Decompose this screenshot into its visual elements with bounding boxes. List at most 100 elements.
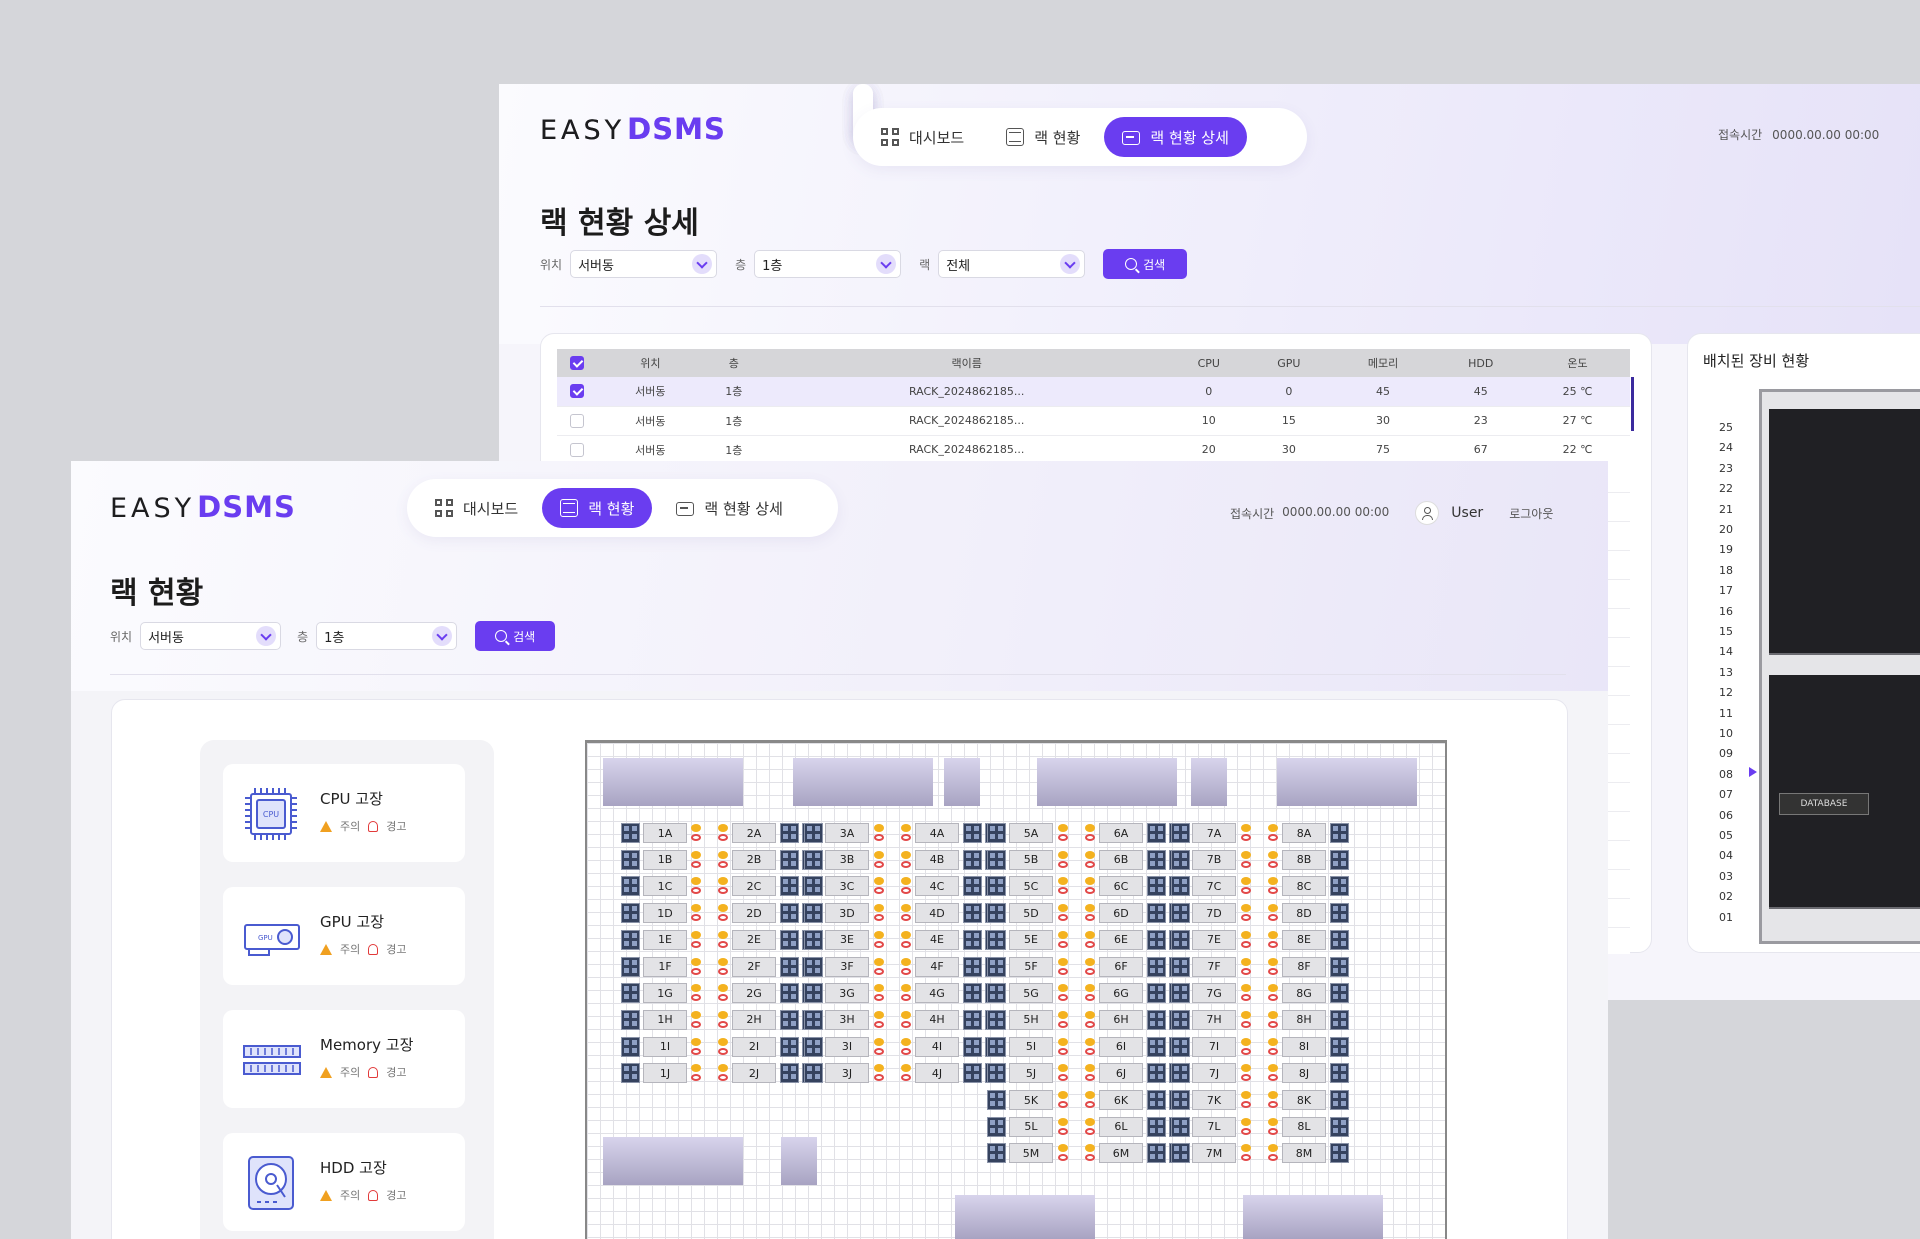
rack-cell[interactable]: 2D bbox=[732, 903, 776, 924]
rack-cell[interactable]: 8H bbox=[1282, 1009, 1326, 1030]
rack-cell[interactable]: 5K bbox=[1009, 1090, 1053, 1110]
rack-cell[interactable]: 8B bbox=[1282, 849, 1326, 870]
rack-cell[interactable]: 1I bbox=[643, 1036, 687, 1057]
table-row[interactable]: 서버동 1층 RACK_2024862185... 10 15 30 23 27 ℃ bbox=[557, 406, 1630, 436]
rack-cell[interactable]: 6C bbox=[1099, 876, 1143, 897]
fault-card-memory[interactable]: Memory 고장 주의 경고 bbox=[223, 1010, 465, 1108]
nav-dashboard[interactable]: 대시보드 bbox=[417, 488, 536, 528]
rack-cell[interactable]: 5A bbox=[1009, 823, 1053, 843]
rack-cell[interactable]: 4C bbox=[915, 876, 959, 897]
rack-cell[interactable]: 1F bbox=[643, 956, 687, 977]
rack-cell[interactable]: 7L bbox=[1192, 1116, 1236, 1137]
rack-cell[interactable]: 7K bbox=[1192, 1090, 1236, 1110]
rack-cell[interactable]: 7A bbox=[1192, 823, 1236, 843]
search-button[interactable]: 검색 bbox=[1103, 249, 1188, 279]
rack-cell[interactable]: 1H bbox=[643, 1009, 687, 1030]
fault-card-hdd[interactable]: HDD 고장 주의 경고 bbox=[223, 1133, 465, 1231]
rack-cell[interactable]: 1J bbox=[643, 1063, 687, 1084]
rack-cell[interactable]: 3C bbox=[825, 876, 869, 897]
rack-cell[interactable]: 1G bbox=[643, 983, 687, 1004]
search-button[interactable]: 검색 bbox=[475, 621, 556, 651]
rack-cell[interactable]: 3A bbox=[825, 823, 869, 843]
rack-cell[interactable]: 1C bbox=[643, 876, 687, 897]
rack-cell[interactable]: 7G bbox=[1192, 983, 1236, 1004]
fault-card-gpu[interactable]: GPU GPU 고장 주의 경고 bbox=[223, 887, 465, 985]
rack-device[interactable] bbox=[1769, 567, 1920, 645]
rack-cell[interactable]: 1E bbox=[643, 929, 687, 950]
rack-cell[interactable]: 2G bbox=[732, 983, 776, 1004]
nav-dashboard[interactable]: 대시보드 bbox=[863, 117, 982, 157]
table-row[interactable]: 서버동 1층 RACK_2024862185... 20 30 75 67 22 ℃ bbox=[557, 435, 1630, 465]
rack-cell[interactable]: 4I bbox=[915, 1036, 959, 1057]
rack-cell[interactable]: 8L bbox=[1282, 1116, 1326, 1137]
rack-cell[interactable]: 7F bbox=[1192, 956, 1236, 977]
rack-select[interactable]: 전체 bbox=[938, 250, 1086, 278]
rack-cell[interactable]: 5F bbox=[1009, 956, 1053, 977]
rack-cell[interactable]: 6J bbox=[1099, 1063, 1143, 1084]
rack-cell[interactable]: 8C bbox=[1282, 876, 1326, 897]
rack-cell[interactable]: 6F bbox=[1099, 956, 1143, 977]
rack-cell[interactable]: 5H bbox=[1009, 1009, 1053, 1030]
rack-cell[interactable]: 2C bbox=[732, 876, 776, 897]
rack-cell[interactable]: 5L bbox=[1009, 1116, 1053, 1137]
logout-link[interactable]: 로그아웃 bbox=[1509, 505, 1553, 522]
rack-cell[interactable]: 4H bbox=[915, 1009, 959, 1030]
row-checkbox[interactable] bbox=[570, 413, 584, 428]
rack-cell[interactable]: 8E bbox=[1282, 929, 1326, 950]
rack-cell[interactable]: 2A bbox=[732, 823, 776, 843]
rack-cell[interactable]: 8D bbox=[1282, 903, 1326, 924]
rack-cell[interactable]: 2B bbox=[732, 849, 776, 870]
rack-cell[interactable]: 1D bbox=[643, 903, 687, 924]
rack-cell[interactable]: 7J bbox=[1192, 1063, 1236, 1084]
nav-rack-detail[interactable]: 랙 현황 상세 bbox=[1104, 117, 1247, 157]
rack-cell[interactable]: 8F bbox=[1282, 956, 1326, 977]
fault-card-cpu[interactable]: CPU CPU 고장 주의 경고 bbox=[223, 764, 465, 862]
rack-cell[interactable]: 5G bbox=[1009, 983, 1053, 1004]
rack-device[interactable] bbox=[1769, 831, 1920, 909]
rack-cell[interactable]: 4A bbox=[915, 823, 959, 843]
rack-cell[interactable]: 8M bbox=[1282, 1143, 1326, 1164]
rack-cell[interactable]: 3F bbox=[825, 956, 869, 977]
rack-cell[interactable]: 6K bbox=[1099, 1090, 1143, 1110]
rack-cell[interactable]: 7B bbox=[1192, 849, 1236, 870]
rack-cell[interactable]: 6E bbox=[1099, 929, 1143, 950]
row-checkbox[interactable] bbox=[570, 384, 584, 399]
rack-cell[interactable]: 3D bbox=[825, 903, 869, 924]
rack-cell[interactable]: 8I bbox=[1282, 1036, 1326, 1057]
rack-cell[interactable]: 6B bbox=[1099, 849, 1143, 870]
floor-select[interactable]: 1층 bbox=[316, 622, 458, 650]
floor-select[interactable]: 1층 bbox=[754, 250, 902, 278]
select-all-checkbox[interactable] bbox=[570, 356, 584, 370]
rack-cell[interactable]: 6H bbox=[1099, 1009, 1143, 1030]
rack-cell[interactable]: 6G bbox=[1099, 983, 1143, 1004]
rack-cell[interactable]: 6D bbox=[1099, 903, 1143, 924]
rack-cell[interactable]: 4G bbox=[915, 983, 959, 1004]
rack-cell[interactable]: 8J bbox=[1282, 1063, 1326, 1084]
rack-cell[interactable]: 5B bbox=[1009, 849, 1053, 870]
rack-cell[interactable]: 6A bbox=[1099, 823, 1143, 843]
rack-cell[interactable]: 2J bbox=[732, 1063, 776, 1084]
rack-cell[interactable]: 6L bbox=[1099, 1116, 1143, 1137]
rack-cell[interactable]: 6I bbox=[1099, 1036, 1143, 1057]
rack-cell[interactable]: 4F bbox=[915, 956, 959, 977]
table-row[interactable]: 서버동 1층 RACK_2024862185... 0 0 45 45 25 ℃ bbox=[557, 377, 1630, 407]
rack-cell[interactable]: 5M bbox=[1009, 1143, 1053, 1164]
rack-cell[interactable]: 1A bbox=[643, 823, 687, 843]
rack-cell[interactable]: 7I bbox=[1192, 1036, 1236, 1057]
rack-cell[interactable]: 5C bbox=[1009, 876, 1053, 897]
rack-cell[interactable]: 5I bbox=[1009, 1036, 1053, 1057]
rack-cell[interactable]: 4E bbox=[915, 929, 959, 950]
rack-device[interactable] bbox=[1769, 637, 1920, 655]
rack-cell[interactable]: 5J bbox=[1009, 1063, 1053, 1084]
scrollbar[interactable] bbox=[1631, 377, 1634, 431]
location-select[interactable]: 서버동 bbox=[570, 250, 718, 278]
rack-cell[interactable]: 3G bbox=[825, 983, 869, 1004]
user-menu[interactable]: User bbox=[1415, 501, 1483, 525]
rack-cell[interactable]: 5D bbox=[1009, 903, 1053, 924]
rack-cell[interactable]: 4J bbox=[915, 1063, 959, 1084]
rack-cell[interactable]: 8K bbox=[1282, 1090, 1326, 1110]
rack-cell[interactable]: 7E bbox=[1192, 929, 1236, 950]
rack-cell[interactable]: 6M bbox=[1099, 1143, 1143, 1164]
rack-cell[interactable]: 1B bbox=[643, 849, 687, 870]
rack-cell[interactable]: 3H bbox=[825, 1009, 869, 1030]
